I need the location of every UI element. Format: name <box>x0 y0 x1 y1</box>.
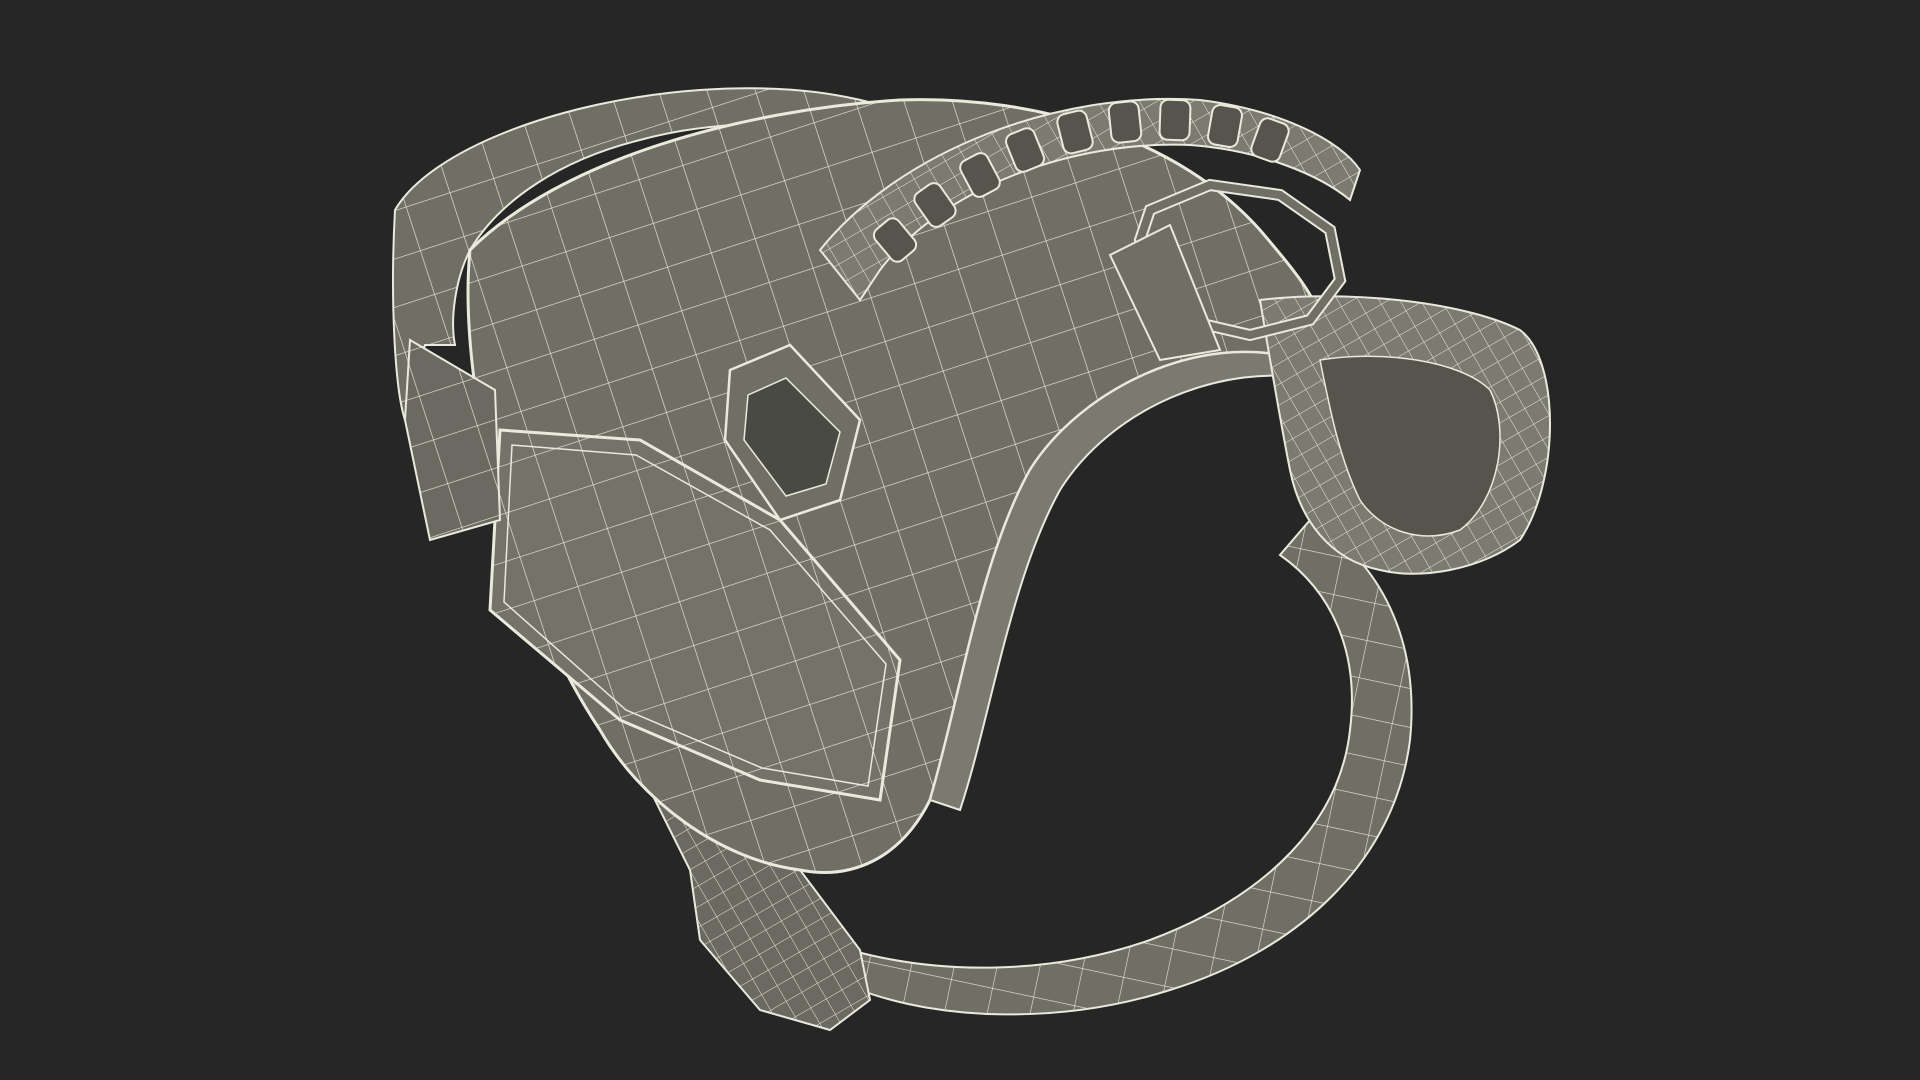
harness-wireframe-render <box>392 87 1551 1032</box>
render-viewport <box>0 0 1920 1080</box>
